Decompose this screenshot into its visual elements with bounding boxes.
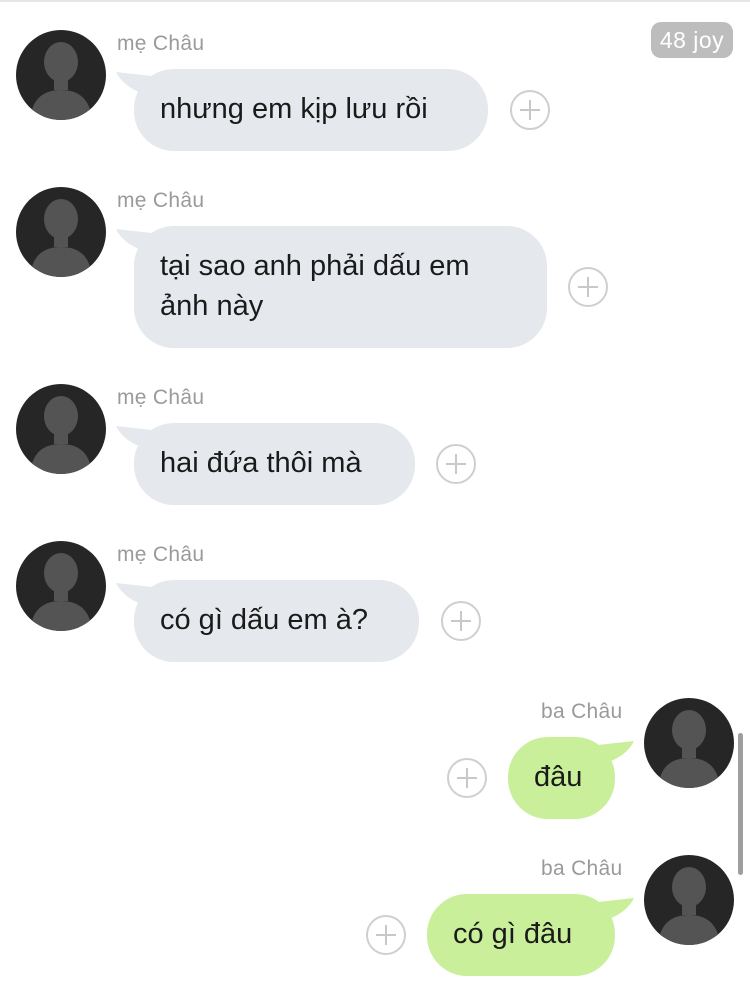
person-silhouette-icon: [30, 42, 92, 120]
message-bubble[interactable]: có gì dấu em à?: [134, 580, 419, 662]
sender-name: ba Châu: [541, 857, 623, 880]
add-reaction-icon[interactable]: [436, 444, 476, 484]
person-silhouette-icon: [30, 553, 92, 631]
message-bubble[interactable]: nhưng em kịp lưu rồi: [134, 69, 488, 151]
add-reaction-icon[interactable]: [441, 601, 481, 641]
sender-name: mẹ Châu: [117, 189, 205, 212]
scrollbar[interactable]: [738, 733, 743, 875]
corner-badge: 48 joy: [651, 22, 733, 58]
avatar[interactable]: [644, 855, 734, 945]
person-silhouette-icon: [30, 396, 92, 474]
message-bubble[interactable]: đâu: [508, 737, 615, 819]
avatar[interactable]: [644, 698, 734, 788]
avatar[interactable]: [16, 187, 106, 277]
add-reaction-icon[interactable]: [568, 267, 608, 307]
person-silhouette-icon: [30, 199, 92, 277]
sender-name: ba Châu: [541, 700, 623, 723]
sender-name: mẹ Châu: [117, 32, 205, 55]
add-reaction-icon[interactable]: [510, 90, 550, 130]
top-divider: [0, 0, 750, 2]
person-silhouette-icon: [658, 867, 720, 945]
sender-name: mẹ Châu: [117, 386, 205, 409]
person-silhouette-icon: [658, 710, 720, 788]
avatar[interactable]: [16, 30, 106, 120]
avatar[interactable]: [16, 384, 106, 474]
message-bubble[interactable]: hai đứa thôi mà: [134, 423, 415, 505]
add-reaction-icon[interactable]: [366, 915, 406, 955]
message-bubble[interactable]: có gì đâu: [427, 894, 615, 976]
sender-name: mẹ Châu: [117, 543, 205, 566]
avatar[interactable]: [16, 541, 106, 631]
add-reaction-icon[interactable]: [447, 758, 487, 798]
message-bubble[interactable]: tại sao anh phải dấu em ảnh này: [134, 226, 547, 348]
